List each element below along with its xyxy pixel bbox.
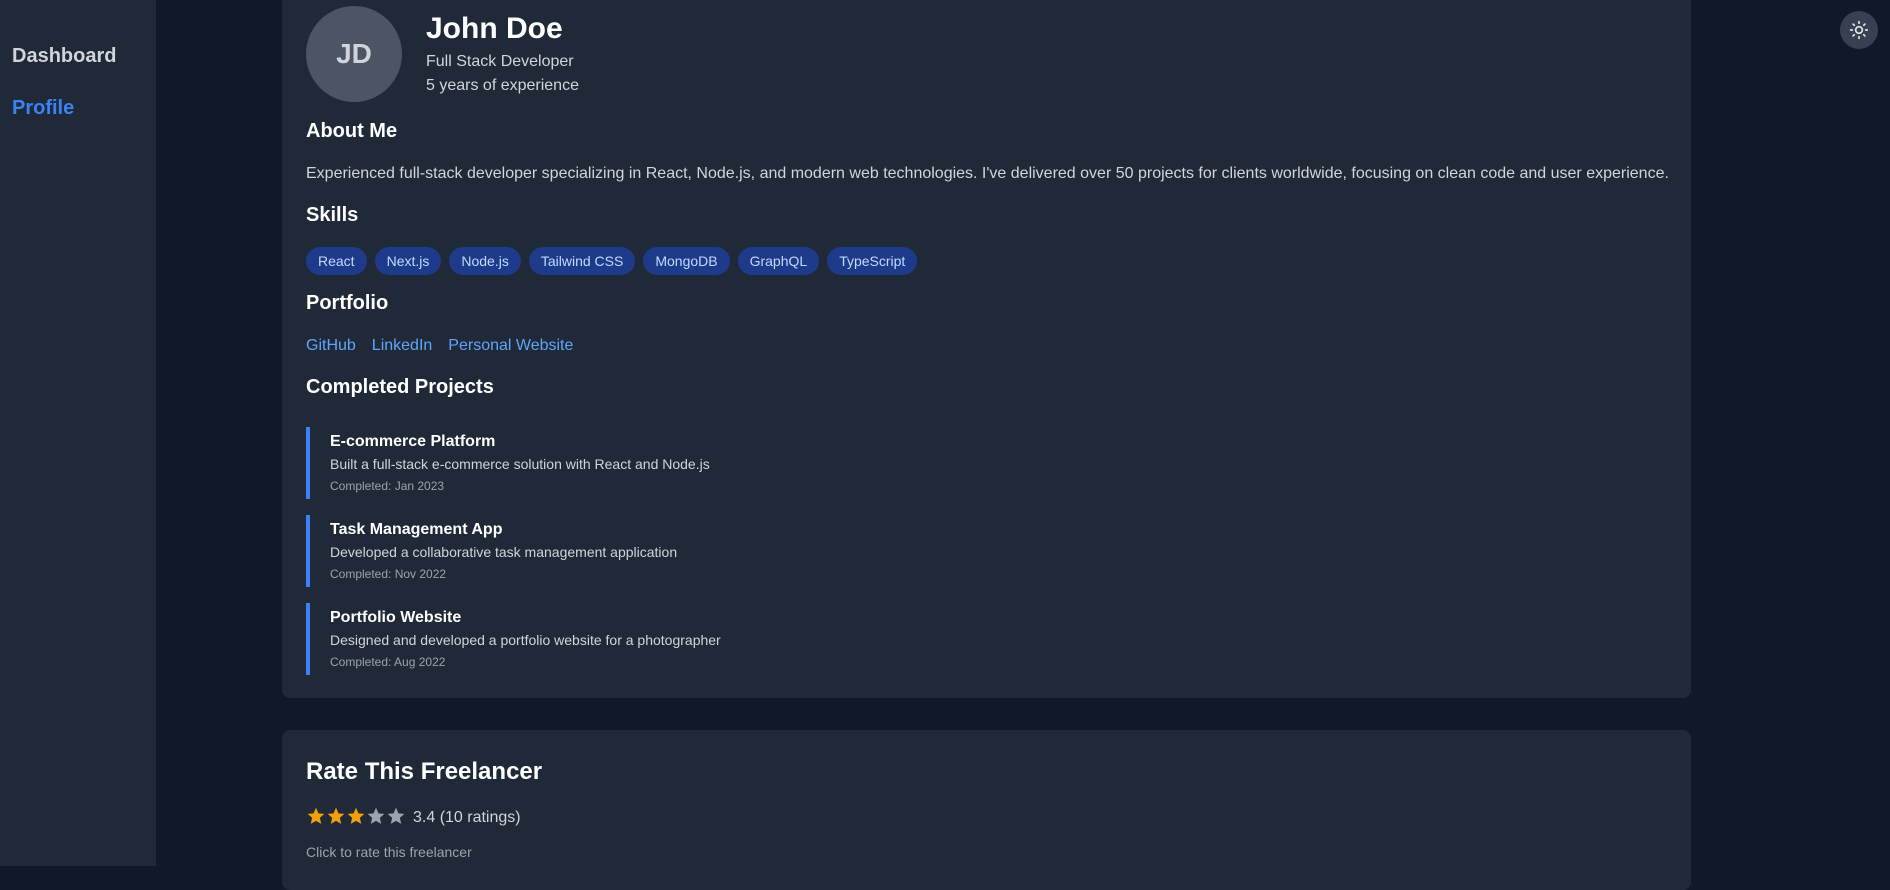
project-description: Built a full-stack e-commerce solution w…: [330, 456, 710, 472]
project-description: Designed and developed a portfolio websi…: [330, 632, 721, 648]
project-item: E-commerce Platform Built a full-stack e…: [306, 427, 906, 499]
star-icon[interactable]: [346, 806, 366, 826]
skill-tag: MongoDB: [643, 247, 730, 275]
project-item: Portfolio Website Designed and developed…: [306, 603, 906, 675]
project-date: Completed: Jan 2023: [330, 479, 445, 493]
skill-tag: Node.js: [449, 247, 521, 275]
profile-name: John Doe: [426, 12, 563, 45]
rating-hint: Click to rate this freelancer: [306, 844, 472, 860]
star-icon[interactable]: [326, 806, 346, 826]
sidebar-item-dashboard[interactable]: Dashboard: [12, 45, 116, 68]
star-icon[interactable]: [306, 806, 326, 826]
personal-website-link[interactable]: Personal Website: [448, 337, 573, 355]
skills-heading: Skills: [306, 204, 359, 226]
star-rating[interactable]: [306, 806, 406, 826]
avatar: JD: [306, 6, 402, 102]
star-icon[interactable]: [386, 806, 406, 826]
project-title: Portfolio Website: [330, 609, 462, 626]
portfolio-links: GitHub LinkedIn Personal Website: [306, 337, 573, 355]
sidebar: Dashboard Profile: [0, 0, 156, 866]
skill-tag: Tailwind CSS: [528, 247, 636, 275]
theme-toggle-button[interactable]: [1840, 11, 1878, 49]
portfolio-heading: Portfolio: [306, 292, 389, 314]
rating-card: Rate This Freelancer 3.4 (10 ratings) Cl…: [282, 730, 1691, 890]
project-item: Task Management App Developed a collabor…: [306, 515, 906, 587]
rating-summary: 3.4 (10 ratings): [413, 809, 521, 826]
profile-experience: 5 years of experience: [426, 77, 579, 94]
about-heading: About Me: [306, 120, 398, 142]
profile-role: Full Stack Developer: [426, 53, 574, 70]
skills-list: React Next.js Node.js Tailwind CSS Mongo…: [306, 247, 918, 275]
skill-tag: React: [306, 247, 367, 275]
projects-heading: Completed Projects: [306, 376, 494, 398]
skill-tag: TypeScript: [827, 247, 918, 275]
project-date: Completed: Aug 2022: [330, 655, 446, 669]
project-description: Developed a collaborative task managemen…: [330, 544, 678, 560]
project-date: Completed: Nov 2022: [330, 567, 447, 581]
project-title: E-commerce Platform: [330, 433, 496, 450]
linkedin-link[interactable]: LinkedIn: [372, 337, 433, 355]
sidebar-item-profile[interactable]: Profile: [12, 97, 74, 120]
github-link[interactable]: GitHub: [306, 337, 356, 355]
skill-tag: Next.js: [374, 247, 442, 275]
project-title: Task Management App: [330, 521, 503, 538]
sun-icon: [1849, 20, 1869, 40]
skill-tag: GraphQL: [737, 247, 820, 275]
profile-card: JD John Doe Full Stack Developer 5 years…: [282, 0, 1691, 698]
star-icon[interactable]: [366, 806, 386, 826]
about-text: Experienced full-stack developer special…: [306, 165, 1669, 182]
rating-title: Rate This Freelancer: [306, 758, 543, 785]
